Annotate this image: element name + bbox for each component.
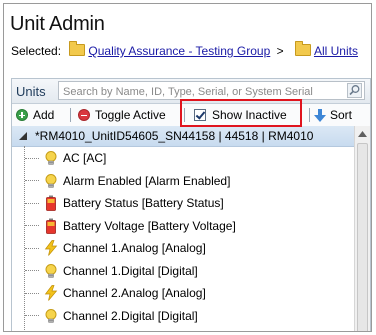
battery-icon [43,218,59,234]
tree-connector-line [24,146,25,331]
units-toolbar: Add Toggle Active Show Inactive Sort [12,104,370,127]
tree-item-label: Channel 2.Analog [Analog] [63,286,206,301]
toolbar-divider [184,108,185,122]
toolbar-divider [70,108,71,122]
page-title: Unit Admin [10,13,105,35]
toolbar-divider [309,108,310,122]
units-panel: Units Add Toggle Active [11,78,371,331]
battery-icon [43,195,59,212]
tree-item-label: Battery Status [Battery Status] [63,196,224,211]
scroll-thumb[interactable] [357,143,368,331]
show-inactive-toggle[interactable]: Show Inactive [194,107,287,123]
add-icon [16,109,28,121]
tree-connector [25,315,39,317]
breadcrumb-link-all-units[interactable]: All Units [314,44,358,58]
add-button[interactable]: Add [16,107,54,123]
bulb-icon [43,150,59,166]
sort-arrow-icon [314,108,326,122]
tree-connector [25,157,39,159]
units-search-input[interactable] [59,83,337,101]
toggle-active-button[interactable]: Toggle Active [78,107,166,123]
folder-icon [69,41,86,56]
tree-item[interactable]: Channel 1.Digital [Digital] [12,260,354,283]
show-inactive-label: Show Inactive [212,108,287,122]
search-icon[interactable] [347,83,362,98]
sort-button-label: Sort [330,108,353,122]
folder-icon [294,41,311,56]
breadcrumb: Selected: Quality Assurance - Testing Gr… [11,41,371,58]
bulb-icon [43,263,59,279]
breadcrumb-separator: > [276,44,284,58]
lightning-icon [43,285,59,301]
tree-item[interactable]: Battery Voltage [Battery Voltage] [12,215,354,238]
tree-connector [25,180,39,182]
tree-item[interactable]: Channel 2.Digital [Digital] [12,305,354,328]
tree-root-row[interactable]: *RM4010_UnitID54605_SN44158 | 44518 | RM… [12,126,354,147]
tree-item[interactable]: Channel 2.Analog [Analog] [12,282,354,305]
tree-item-label: Channel 2.Digital [Digital] [63,308,198,323]
tree-item-label: Channel 1.Digital [Digital] [63,263,198,278]
tree-connector [25,270,39,272]
collapse-arrow-icon[interactable] [17,130,29,142]
show-inactive-checkbox[interactable] [194,109,206,121]
tree-item-label: Battery Voltage [Battery Voltage] [63,218,236,233]
tree-item[interactable]: Alarm Enabled [Alarm Enabled] [12,170,354,193]
lightning-icon [43,240,59,256]
bulb-icon [43,173,59,189]
add-button-label: Add [33,108,55,122]
tree-connector [25,225,39,227]
tree-item[interactable]: AC [AC] [12,147,354,170]
tree-connector [25,202,39,204]
bulb-icon [43,308,59,324]
breadcrumb-link-group[interactable]: Quality Assurance - Testing Group [88,44,270,58]
unit-admin-window: Unit Admin Selected: Quality Assurance -… [3,3,372,332]
scroll-up-button[interactable] [355,126,370,142]
sort-button[interactable]: Sort [314,107,352,123]
tree-item-label: Alarm Enabled [Alarm Enabled] [63,173,231,188]
tree-item-label: Channel 1.Analog [Analog] [63,241,206,256]
unit-tree: *RM4010_UnitID54605_SN44158 | 44518 | RM… [12,126,354,331]
units-panel-header: Units [12,79,370,104]
units-search-box [58,81,365,101]
tree-item-label: AC [AC] [63,151,107,166]
tree-item[interactable]: Battery Status [Battery Status] [12,192,354,215]
tree-connector [25,292,39,294]
tree-root-label: *RM4010_UnitID54605_SN44158 | 44518 | RM… [35,129,314,143]
toggle-active-icon [78,109,90,121]
tree-connector [25,247,39,249]
tree-item[interactable]: Channel 1.Analog [Analog] [12,237,354,260]
selected-label: Selected: [11,44,62,58]
units-panel-title: Units [16,84,46,99]
tree-scrollbar[interactable] [354,126,370,331]
chevron-up-icon [358,131,367,137]
toggle-active-label: Toggle Active [95,108,166,122]
